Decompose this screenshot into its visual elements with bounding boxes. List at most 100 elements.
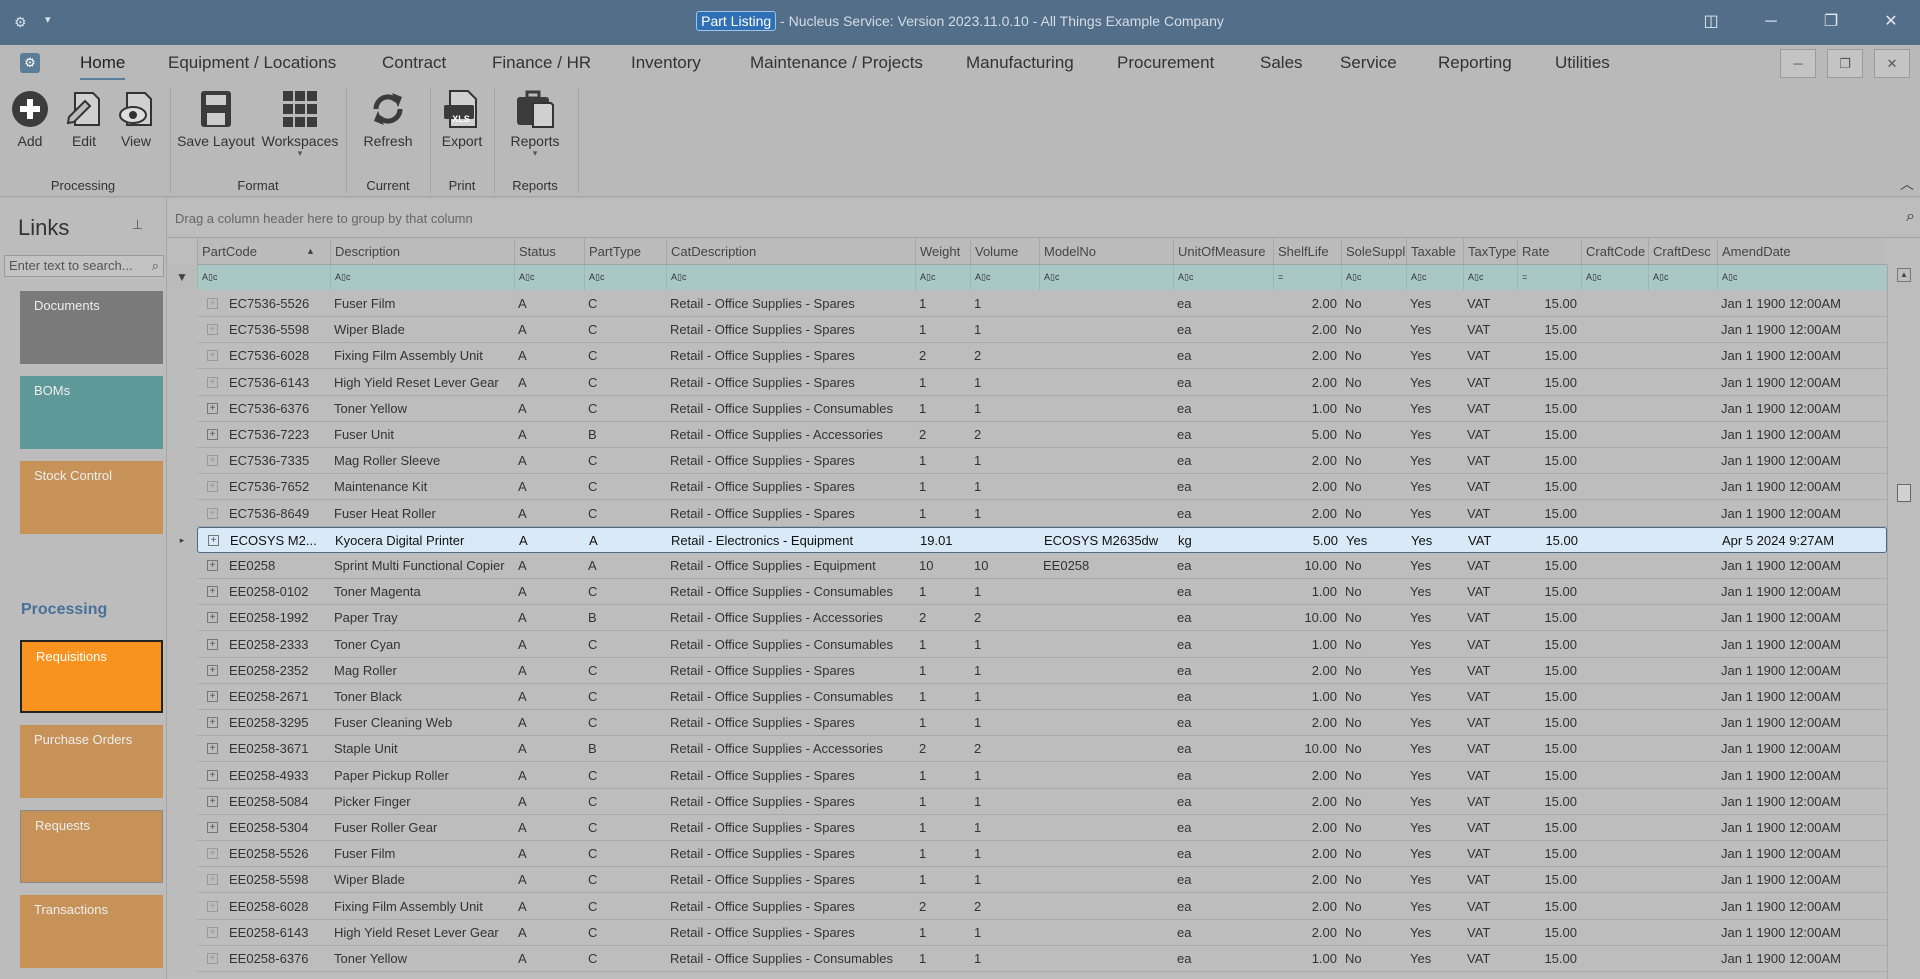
row-indicator[interactable] <box>167 605 197 632</box>
tile-requisitions[interactable]: Requisitions <box>20 640 163 713</box>
table-row[interactable]: + EE0258-1992 Paper Tray A B Retail - Office … <box>167 605 1887 632</box>
table-row[interactable]: + EE0258-3295 Fuser Cleaning Web A C Retail -… <box>167 710 1887 737</box>
table-row[interactable]: + EC7536-7335 Mag Roller Sleeve A C Retail - … <box>167 448 1887 475</box>
close-window-button[interactable]: ✕ <box>1876 10 1906 34</box>
filter-cell-modelno[interactable]: A▯c <box>1039 265 1173 290</box>
filter-cell-volume[interactable]: A▯c <box>970 265 1039 290</box>
column-header-volume[interactable]: Volume <box>970 238 1039 265</box>
filter-cell-rate[interactable]: = <box>1517 265 1581 290</box>
row-indicator[interactable] <box>167 579 197 606</box>
menu-inventory[interactable]: Inventory <box>631 53 701 73</box>
group-by-panel[interactable]: Drag a column header here to group by th… <box>167 198 1920 238</box>
table-row[interactable]: + EE0258-5526 Fuser Film A C Retail - Office … <box>167 841 1887 868</box>
menu-finance-hr[interactable]: Finance / HR <box>492 53 591 73</box>
column-header-craftdesc[interactable]: CraftDesc <box>1648 238 1717 265</box>
menu-utilities[interactable]: Utilities <box>1555 53 1610 73</box>
expand-row-icon[interactable]: + <box>207 507 218 519</box>
expand-row-icon[interactable]: + <box>207 900 218 912</box>
filter-funnel-icon[interactable]: ▼ <box>167 265 197 290</box>
table-row[interactable]: + EC7536-7223 Fuser Unit A B Retail - Office … <box>167 422 1887 448</box>
minimize-window-button[interactable]: ─ <box>1756 10 1786 34</box>
tile-stock-control[interactable]: Stock Control <box>20 461 163 534</box>
table-row[interactable]: + EE0258-4933 Paper Pickup Roller A C Retail … <box>167 762 1887 789</box>
filter-cell-description[interactable]: A▯c <box>330 265 514 290</box>
expand-row-icon[interactable]: + <box>207 953 218 964</box>
expand-row-icon[interactable]: + <box>207 822 218 833</box>
expand-row-icon[interactable]: + <box>207 612 218 624</box>
row-indicator[interactable] <box>167 317 197 344</box>
filter-cell-taxtype[interactable]: A▯c <box>1463 265 1517 290</box>
filter-cell-catdescription[interactable]: A▯c <box>666 265 915 290</box>
search-icon[interactable]: ⌕ <box>152 258 159 274</box>
add-button[interactable]: Add <box>8 87 52 149</box>
expand-row-icon[interactable]: + <box>207 874 218 886</box>
column-header-modelno[interactable]: ModelNo <box>1039 238 1173 265</box>
row-indicator[interactable] <box>167 788 197 815</box>
row-indicator[interactable] <box>167 343 197 370</box>
filter-cell-weight[interactable]: A▯c <box>915 265 970 290</box>
menu-manufacturing[interactable]: Manufacturing <box>966 53 1074 73</box>
filter-cell-solesupplier[interactable]: A▯c <box>1341 265 1406 290</box>
table-row[interactable]: + EE0258-5084 Picker Finger A C Retail - Offi… <box>167 788 1887 815</box>
filter-cell-status[interactable]: A▯c <box>514 265 584 290</box>
menu-procurement[interactable]: Procurement <box>1117 53 1214 73</box>
row-indicator[interactable] <box>167 710 197 737</box>
column-header-amenddate[interactable]: AmendDate <box>1717 238 1887 265</box>
vertical-scrollbar[interactable]: ▲ <box>1887 265 1920 979</box>
expand-row-icon[interactable]: + <box>207 743 218 755</box>
row-indicator[interactable] <box>167 291 197 317</box>
pin-icon[interactable]: ⊥ <box>132 217 143 233</box>
row-indicator[interactable]: ▸ <box>167 526 197 553</box>
expand-row-icon[interactable]: + <box>207 926 218 938</box>
table-row[interactable]: + EC7536-6028 Fixing Film Assembly Unit A C R… <box>167 343 1887 370</box>
column-header-taxable[interactable]: Taxable <box>1406 238 1463 265</box>
table-row[interactable]: + EE0258-0102 Toner Magenta A C Retail - Offi… <box>167 579 1887 606</box>
menu-contract[interactable]: Contract <box>382 53 446 73</box>
expand-row-icon[interactable]: + <box>207 402 218 414</box>
refresh-button[interactable]: Refresh <box>354 87 422 149</box>
expand-row-icon[interactable]: + <box>207 350 218 362</box>
row-indicator[interactable] <box>167 893 197 920</box>
column-header-shelflife[interactable]: ShelfLife <box>1273 238 1341 265</box>
expand-row-icon[interactable]: + <box>207 324 218 336</box>
tile-documents[interactable]: Documents <box>20 291 163 364</box>
expand-row-icon[interactable]: + <box>207 560 218 571</box>
table-row[interactable]: + EE0258-2333 Toner Cyan A C Retail - Office … <box>167 631 1887 658</box>
tile-boms[interactable]: BOMs <box>20 376 163 449</box>
filter-cell-partcode[interactable]: A▯c <box>197 265 330 290</box>
mdi-restore-button[interactable]: ❐ <box>1827 49 1863 78</box>
column-header-solesupplier[interactable]: SoleSupplier <box>1341 238 1406 265</box>
column-header-rate[interactable]: Rate <box>1517 238 1581 265</box>
table-row[interactable]: + EC7536-5598 Wiper Blade A C Retail - Office… <box>167 317 1887 344</box>
mdi-close-button[interactable]: ✕ <box>1874 49 1910 78</box>
row-indicator[interactable] <box>167 867 197 894</box>
expand-row-icon[interactable]: + <box>207 376 218 388</box>
column-header-craftcode[interactable]: CraftCode <box>1581 238 1648 265</box>
row-indicator[interactable] <box>167 919 197 946</box>
expand-row-icon[interactable]: + <box>207 638 218 650</box>
collapse-ribbon-icon[interactable]: ︿ <box>1900 174 1914 194</box>
expand-row-icon[interactable]: + <box>208 534 219 546</box>
table-row[interactable]: + EE0258-6376 Toner Yellow A C Retail - Offic… <box>167 946 1887 972</box>
tile-purchase-orders[interactable]: Purchase Orders <box>20 725 163 798</box>
edit-button[interactable]: Edit <box>62 87 106 149</box>
row-indicator[interactable] <box>167 736 197 763</box>
expand-row-icon[interactable]: + <box>207 481 218 493</box>
filter-cell-unitofmeasure[interactable]: A▯c <box>1173 265 1273 290</box>
filter-cell-shelflife[interactable]: = <box>1273 265 1341 290</box>
tile-transactions[interactable]: Transactions <box>20 895 163 968</box>
settings-gear-icon[interactable]: ⚙ <box>20 53 40 73</box>
row-indicator[interactable] <box>167 500 197 527</box>
row-indicator[interactable] <box>167 448 197 475</box>
menu-sales[interactable]: Sales <box>1260 53 1303 73</box>
column-header-weight[interactable]: Weight <box>915 238 970 265</box>
row-indicator[interactable] <box>167 762 197 789</box>
menu-equipment-locations[interactable]: Equipment / Locations <box>168 53 336 73</box>
column-header-parttype[interactable]: PartType <box>584 238 666 265</box>
row-indicator[interactable] <box>167 841 197 868</box>
expand-row-icon[interactable]: + <box>207 664 218 676</box>
column-header-unitofmeasure[interactable]: UnitOfMeasure <box>1173 238 1273 265</box>
restore-layout-icon[interactable]: ◫ <box>1696 10 1726 34</box>
scrollbar-thumb[interactable] <box>1897 484 1911 502</box>
column-header-description[interactable]: Description <box>330 238 514 265</box>
